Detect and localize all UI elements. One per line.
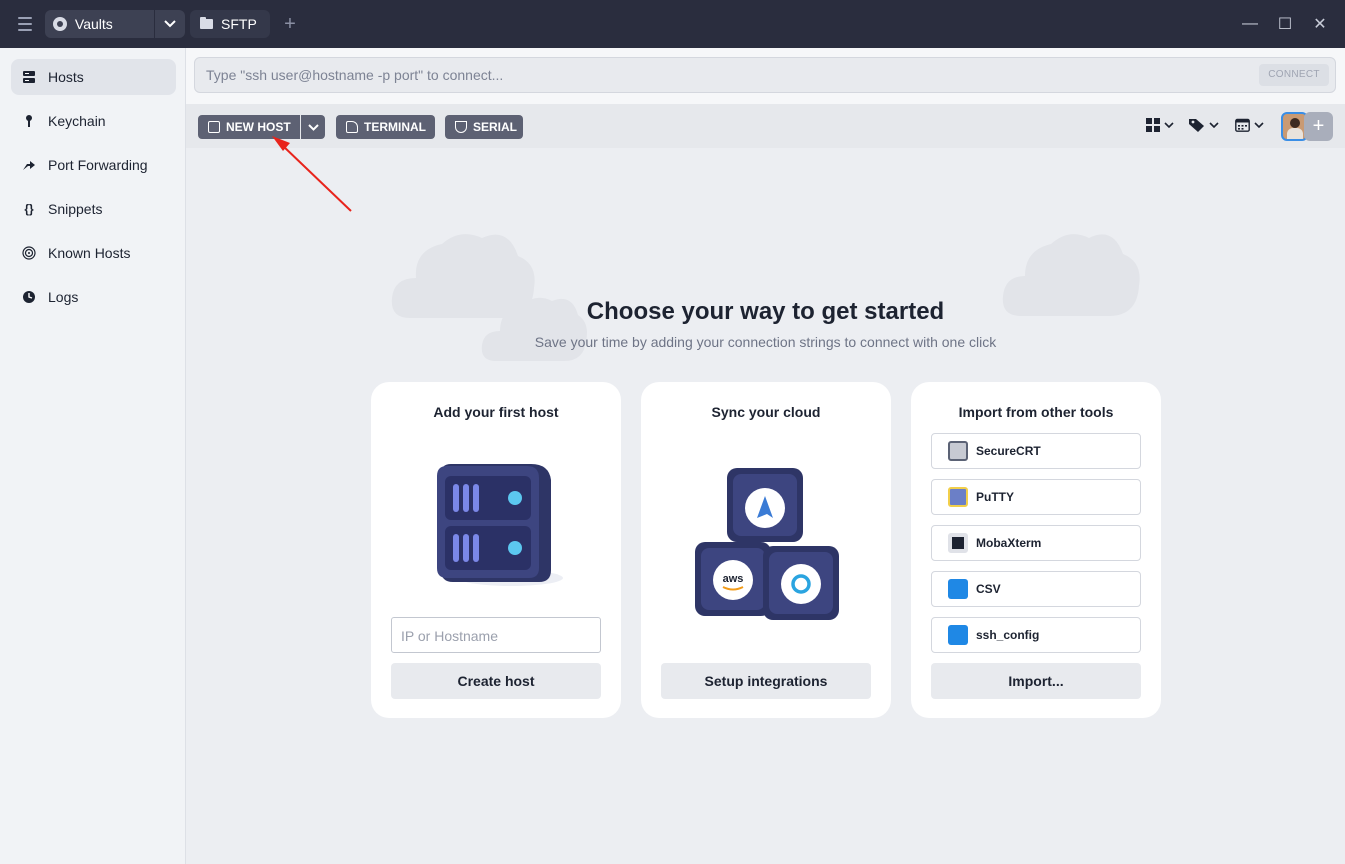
import-putty-button[interactable]: PuTTY <box>931 479 1141 515</box>
minimize-button[interactable]: — <box>1238 12 1262 36</box>
tool-label: MobaXterm <box>976 536 1042 550</box>
clock-icon <box>21 289 37 305</box>
hostname-input-placeholder: IP or Hostname <box>401 628 499 644</box>
create-host-button[interactable]: Create host <box>391 663 601 699</box>
sidebar-item-snippets[interactable]: {} Snippets <box>11 191 176 227</box>
connect-button[interactable]: CONNECT <box>1259 64 1329 86</box>
chevron-down-icon[interactable] <box>301 115 325 139</box>
maximize-button[interactable]: ☐ <box>1273 12 1297 36</box>
card-title: Import from other tools <box>958 404 1114 420</box>
view-toggle[interactable] <box>1146 118 1174 132</box>
import-button[interactable]: Import... <box>931 663 1141 699</box>
chevron-down-icon <box>1164 122 1174 128</box>
sidebar-item-keychain[interactable]: Keychain <box>11 103 176 139</box>
import-csv-button[interactable]: CSV <box>931 571 1141 607</box>
sftp-tab-label: SFTP <box>221 16 257 32</box>
cloud-providers-illustration: aws <box>695 468 839 620</box>
close-button[interactable]: ✕ <box>1308 12 1332 36</box>
tool-label: CSV <box>976 582 1001 596</box>
sort-selector[interactable] <box>1235 118 1264 132</box>
tag-filter[interactable] <box>1189 118 1219 132</box>
securecrt-icon <box>948 441 968 461</box>
sidebar-item-label: Keychain <box>48 113 106 129</box>
sidebar-item-logs[interactable]: Logs <box>11 279 176 315</box>
sidebar-item-port-forwarding[interactable]: Port Forwarding <box>11 147 176 183</box>
terminal-icon <box>346 121 358 133</box>
serial-label: SERIAL <box>473 120 518 134</box>
chevron-down-icon[interactable] <box>155 10 185 38</box>
sidebar-item-label: Hosts <box>48 69 84 85</box>
import-securecrt-button[interactable]: SecureCRT <box>931 433 1141 469</box>
terminal-label: TERMINAL <box>364 120 426 134</box>
tool-label: ssh_config <box>976 628 1040 642</box>
add-tab-button[interactable]: + <box>281 12 299 36</box>
server-illustration <box>437 464 563 586</box>
file-icon <box>948 625 968 645</box>
new-host-label: NEW HOST <box>226 120 291 134</box>
terminal-button[interactable]: TERMINAL <box>336 115 435 139</box>
sidebar-item-label: Port Forwarding <box>48 157 148 173</box>
card-title: Add your first host <box>433 404 559 420</box>
fingerprint-icon <box>21 245 37 261</box>
server-icon <box>21 69 37 85</box>
hosts-toolbar: NEW HOST TERMINAL SERIAL + <box>186 104 1345 148</box>
title-bar: Vaults SFTP + — ☐ ✕ <box>0 0 1345 48</box>
tool-label: PuTTY <box>976 490 1014 504</box>
connect-bar: Type "ssh user@hostname -p port" to conn… <box>186 48 1345 104</box>
import-mobaxterm-button[interactable]: MobaXterm <box>931 525 1141 561</box>
folder-icon <box>200 17 213 29</box>
import-ssh-config-button[interactable]: ssh_config <box>931 617 1141 653</box>
calendar-icon <box>1235 118 1250 132</box>
add-host-card: Add your first host IP or Hostname Creat… <box>371 382 621 718</box>
mobaxterm-icon <box>948 533 968 553</box>
sync-cloud-card: Sync your cloud aws Setup integrations <box>641 382 891 718</box>
tool-label: SecureCRT <box>976 444 1041 458</box>
sidebar: Hosts Keychain Port Forwarding {} Snippe… <box>0 48 186 864</box>
server-icon <box>208 121 220 133</box>
key-icon <box>21 113 37 129</box>
sidebar-item-label: Known Hosts <box>48 245 131 261</box>
chevron-down-icon <box>1254 122 1264 128</box>
braces-icon: {} <box>24 202 34 216</box>
import-card: Import from other tools SecureCRT PuTTY … <box>911 382 1161 718</box>
putty-icon <box>948 487 968 507</box>
setup-integrations-button[interactable]: Setup integrations <box>661 663 871 699</box>
vaults-tab[interactable]: Vaults <box>45 10 185 38</box>
tag-icon <box>1189 119 1204 132</box>
connect-input-placeholder: Type "ssh user@hostname -p port" to conn… <box>206 67 504 83</box>
sftp-tab[interactable]: SFTP <box>190 10 270 38</box>
serial-button[interactable]: SERIAL <box>445 115 523 139</box>
connect-input[interactable]: Type "ssh user@hostname -p port" to conn… <box>194 57 1336 93</box>
csv-file-icon <box>948 579 968 599</box>
card-title: Sync your cloud <box>711 404 821 420</box>
add-member-button[interactable]: + <box>1304 112 1333 141</box>
svg-text:aws: aws <box>723 573 744 585</box>
vault-icon <box>53 17 67 31</box>
grid-icon <box>1146 118 1160 132</box>
new-host-button[interactable]: NEW HOST <box>198 115 325 139</box>
page-title: Choose your way to get started <box>586 298 945 325</box>
hamburger-menu-icon[interactable] <box>12 12 38 36</box>
sidebar-item-hosts[interactable]: Hosts <box>11 59 176 95</box>
page-subtitle: Save your time by adding your connection… <box>534 334 997 350</box>
sidebar-item-label: Logs <box>48 289 79 305</box>
sidebar-item-label: Snippets <box>48 201 103 217</box>
vaults-tab-label: Vaults <box>74 16 113 32</box>
sidebar-item-known-hosts[interactable]: Known Hosts <box>11 235 176 271</box>
chevron-down-icon <box>1209 122 1219 128</box>
forward-icon <box>21 157 37 173</box>
serial-icon <box>455 121 467 133</box>
hostname-input[interactable]: IP or Hostname <box>391 617 601 653</box>
main-content: Choose your way to get started Save your… <box>186 148 1345 864</box>
